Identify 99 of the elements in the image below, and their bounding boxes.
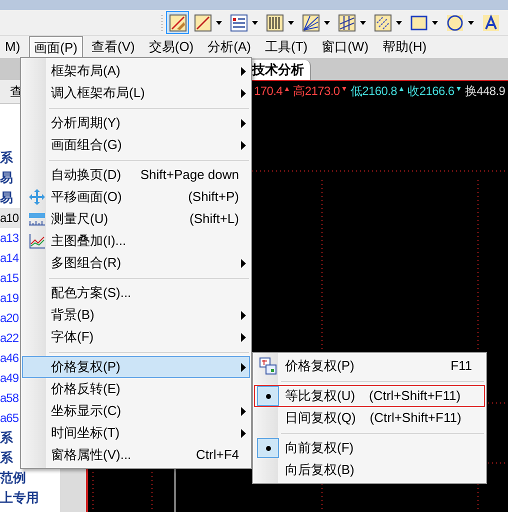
letter-a-icon — [482, 14, 500, 32]
chart-overlay-icon — [28, 232, 46, 250]
submenu-arrow-icon — [241, 118, 246, 128]
menu-item[interactable]: 价格反转(E) — [22, 378, 250, 400]
menu-item[interactable]: 等比复权(U) (Ctrl+Shift+F11) — [254, 385, 485, 407]
menu-item-label: 价格复权(P) — [51, 358, 120, 376]
caret-icon[interactable] — [287, 20, 296, 24]
menu-bar-item[interactable]: 窗口(W) — [316, 36, 374, 58]
menu-item-label: 向前复权(F) — [285, 439, 354, 458]
menu-item-label: 等比复权(U) — [285, 387, 356, 406]
menu-item[interactable]: 向后复权(B) — [254, 459, 485, 481]
menu-item-label: 坐标显示(C) — [51, 402, 122, 420]
shortcut-label: F11 — [450, 357, 473, 376]
menu-item[interactable]: 调入框架布局(L) — [22, 82, 250, 104]
menu-item[interactable]: 自动换页(D) Shift+Page down — [22, 164, 250, 186]
menu-item[interactable]: 窗格属性(V)... Ctrl+F4 — [22, 444, 250, 466]
fan-lines-icon — [302, 14, 320, 32]
quote-value: 低2160.8 — [350, 82, 398, 100]
menu-item-label: 价格复权(P) — [285, 357, 354, 376]
caret-icon[interactable] — [431, 20, 440, 24]
rectangle-icon — [410, 14, 428, 32]
submenu-arrow-icon — [241, 140, 246, 150]
menu-item[interactable]: 字体(F) — [22, 326, 250, 348]
menu-item[interactable]: 配色方案(S)... — [22, 282, 250, 304]
menu-item-label: 主图叠加(I)... — [51, 232, 126, 250]
submenu-arrow-icon — [241, 258, 246, 268]
menu-item-label: 背景(B) — [51, 306, 94, 324]
line-icon — [194, 14, 212, 32]
menu-item[interactable]: 向前复权(F) — [254, 437, 485, 459]
menu-item-label: 字体(F) — [51, 328, 94, 346]
menu-item[interactable]: 时间坐标(T) — [22, 422, 250, 444]
caret-icon[interactable] — [395, 20, 404, 24]
quote-value: 高2173.0 — [293, 82, 340, 100]
menu-item[interactable]: 价格复权(P) F11 — [254, 355, 485, 377]
quote-value: 170.4 — [254, 82, 283, 100]
menu-item[interactable]: 价格复权(P) — [22, 356, 250, 378]
hatched-lines-icon — [374, 14, 392, 32]
menu-item[interactable]: 画面组合(G) — [22, 134, 250, 156]
menu-bar-item[interactable]: 帮助(H) — [378, 36, 432, 58]
caret-icon[interactable] — [467, 20, 476, 24]
menu-item[interactable]: 分析周期(Y) — [22, 112, 250, 134]
quote-value: 换448.9 — [464, 82, 506, 100]
parallel-lines-icon — [338, 14, 356, 32]
stock-list-item[interactable]: 上专用 — [0, 488, 60, 508]
shortcut-label: (Ctrl+Shift+F11) — [369, 387, 461, 406]
menu-item-label: 画面组合(G) — [51, 136, 122, 154]
menu-item-label: 测量尺(U) — [51, 210, 108, 228]
pencil-icon — [168, 14, 186, 32]
menu-bar-item[interactable]: 画面(P) — [29, 36, 83, 58]
submenu-arrow-icon — [241, 310, 246, 320]
submenu-arrow-icon — [241, 332, 246, 342]
menu-item[interactable]: 坐标显示(C) — [22, 400, 250, 422]
menu-item[interactable]: 背景(B) — [22, 304, 250, 326]
caret-icon[interactable] — [359, 20, 368, 24]
menu-item[interactable]: 测量尺(U) (Shift+L) — [22, 208, 250, 230]
menu-item[interactable]: 主图叠加(I)... — [22, 230, 250, 252]
menu-bar-item[interactable]: 查看(V) — [86, 36, 140, 58]
menu-bar-item[interactable]: 分析(A) — [202, 36, 256, 58]
menu-bar-item[interactable]: 工具(T) — [260, 36, 313, 58]
menu-item-label: 自动换页(D) — [51, 166, 122, 184]
submenu-arrow-icon — [241, 428, 246, 438]
menu-item[interactable]: 日间复权(Q) (Ctrl+Shift+F11) — [254, 407, 485, 429]
submenu-arrow-icon — [241, 362, 246, 372]
menu-bar-item[interactable]: 交易(O) — [144, 36, 199, 58]
menu-bar-item[interactable]: M) — [0, 36, 26, 58]
menu-item-label: 向后复权(B) — [285, 461, 354, 480]
vertical-lines-icon — [266, 14, 284, 32]
submenu-arrow-icon — [241, 66, 246, 76]
menu-item[interactable]: 多图组合(R) — [22, 252, 250, 274]
ruler-icon — [28, 210, 46, 228]
menu-item-label: 框架布局(A) — [51, 62, 120, 80]
tool-button[interactable] — [166, 11, 189, 34]
toolbar-grip-icon — [160, 14, 164, 32]
stock-list-item[interactable]: 范例 — [0, 468, 60, 488]
menu-item[interactable]: 平移画面(O) (Shift+P) — [22, 186, 250, 208]
shortcut-label: Ctrl+F4 — [196, 446, 240, 464]
menu-item-label: 时间坐标(T) — [51, 424, 120, 442]
shortcut-label: (Shift+L) — [190, 210, 240, 228]
menu-item-label: 价格反转(E) — [51, 380, 120, 398]
shortcut-label: (Ctrl+Shift+F11) — [370, 409, 462, 428]
quote-value: 收2166.6 — [408, 82, 454, 100]
menu-item-label: 平移画面(O) — [51, 188, 122, 206]
submenu-arrow-icon — [241, 406, 246, 416]
menu-item-label: 窗格属性(V)... — [51, 446, 132, 464]
submenu-arrow-icon — [241, 88, 246, 98]
menu-item-label: 分析周期(Y) — [51, 114, 120, 132]
shortcut-label: (Shift+P) — [188, 188, 240, 206]
shortcut-label: Shift+Page down — [140, 166, 240, 184]
circle-icon — [446, 14, 464, 32]
caret-icon[interactable] — [323, 20, 332, 24]
menu-item-label: 调入框架布局(L) — [51, 84, 145, 102]
menu-item-label: 日间复权(Q) — [285, 409, 356, 428]
caret-icon[interactable] — [215, 20, 224, 24]
price-adjust-icon — [259, 357, 277, 375]
menu-item-label: 多图组合(R) — [51, 254, 122, 272]
caret-icon[interactable] — [251, 20, 260, 24]
list-icon — [230, 14, 248, 32]
menu-item-label: 配色方案(S)... — [51, 284, 132, 302]
move-arrows-icon — [28, 188, 46, 206]
